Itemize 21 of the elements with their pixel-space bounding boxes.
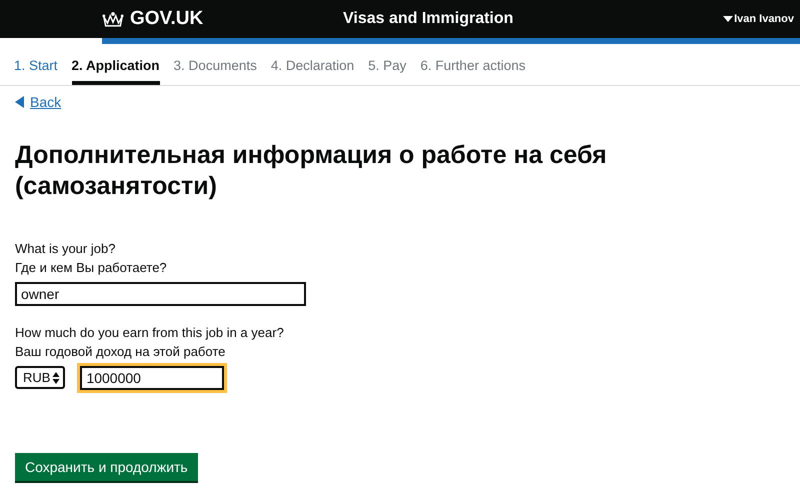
crown-icon: [102, 10, 124, 28]
field-label: Где и кем Вы работаете?: [15, 258, 168, 276]
step-label: 6. Further actions: [420, 58, 526, 75]
field-label: How much do you earn from this job in a year?: [15, 324, 285, 342]
up-down-icon: [52, 370, 60, 384]
step-label: 3. Documents: [174, 58, 257, 75]
user-menu[interactable]: Ivan Ivanov: [723, 13, 794, 25]
back-link[interactable]: Back: [30, 94, 62, 110]
currency-select[interactable]: RUB: [15, 366, 66, 389]
job-input-field[interactable]: owner: [15, 282, 306, 306]
step-link[interactable]: 1. Start: [14, 58, 58, 85]
back-arrow-icon: [15, 96, 24, 108]
save-continue-button[interactable]: Сохранить и продолжить: [15, 452, 198, 480]
step-label: 5. Pay: [368, 58, 406, 75]
field-label: What is your job?: [15, 240, 116, 258]
page-heading: Дополнительная информация о работе на себя (самозанятости): [15, 140, 608, 202]
caret-icon: [723, 16, 734, 22]
step-label: 4. Declaration: [270, 58, 354, 75]
service-name: Visas and Immigration: [343, 10, 514, 28]
field-label: Ваш годовой доход на этой работе: [15, 342, 226, 360]
site-logo[interactable]: GOV.UK: [130, 8, 204, 30]
